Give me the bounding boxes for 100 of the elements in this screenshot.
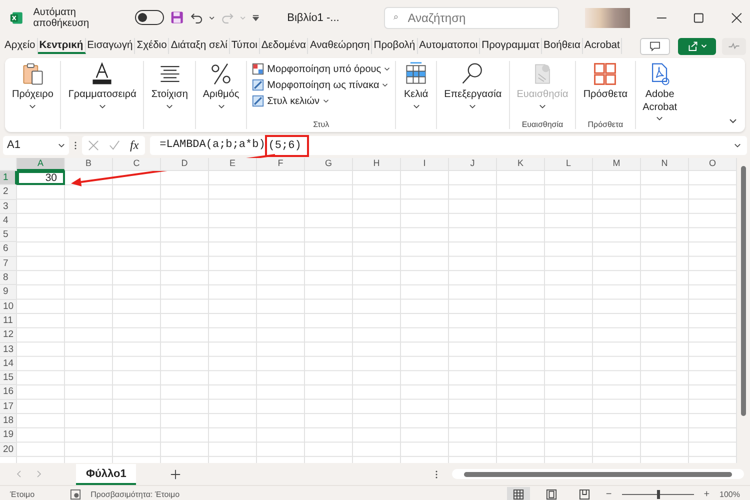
autosave-toggle[interactable] — [134, 10, 164, 25]
row-header[interactable]: 7 — [0, 256, 17, 272]
row-header[interactable]: 14 — [0, 356, 17, 372]
insert-function-button[interactable]: fx — [130, 138, 139, 152]
close-icon[interactable] — [730, 12, 742, 24]
maximize-icon[interactable] — [693, 12, 705, 24]
row-header[interactable]: 9 — [0, 285, 17, 300]
name-box[interactable]: A1 — [3, 136, 69, 154]
ribbon-tab[interactable]: Διάταξη σελί — [169, 38, 230, 54]
ribbon-tab[interactable]: Τύποι — [230, 38, 260, 54]
column-header[interactable]: J — [449, 158, 497, 171]
row-header[interactable]: 17 — [0, 400, 17, 414]
ribbon-tab[interactable]: Κεντρική — [38, 38, 86, 54]
ribbon-button[interactable]: Αριθμός — [200, 61, 242, 129]
zoom-in-button[interactable]: + — [704, 488, 710, 500]
view-button[interactable] — [506, 486, 530, 500]
column-header[interactable]: O — [689, 158, 737, 171]
formula-text: =LAMBDA(a;b;a*b) — [160, 139, 266, 151]
row-header[interactable]: 4 — [0, 214, 17, 228]
caret-icon — [412, 102, 420, 110]
row-header[interactable]: 1 — [0, 171, 17, 186]
caret-icon — [29, 102, 36, 110]
caret-icon[interactable] — [209, 14, 215, 20]
ribbon-tab[interactable]: Προβολή — [372, 38, 418, 54]
highlighted-table-icon — [252, 63, 264, 75]
more-icon[interactable] — [74, 140, 77, 150]
ribbon-button[interactable]: Γραμματοσειρά — [66, 61, 138, 129]
column-header[interactable]: A — [17, 158, 65, 171]
macro-icon[interactable] — [70, 488, 81, 500]
column-header[interactable]: C — [113, 158, 161, 171]
column-header[interactable]: B — [65, 158, 113, 171]
column-header[interactable]: K — [497, 158, 545, 171]
row-header[interactable]: 2 — [0, 185, 17, 200]
ribbon-tab[interactable]: Δεδομένα — [260, 38, 308, 54]
add-sheet-icon[interactable] — [170, 468, 182, 480]
pulse-icon — [728, 40, 740, 52]
collapse-ribbon-icon[interactable] — [729, 117, 737, 125]
column-header[interactable]: E — [209, 158, 257, 171]
sheet-tab[interactable]: Φύλλο1 — [76, 464, 136, 484]
zoom-slider-thumb[interactable] — [656, 490, 660, 498]
column-header[interactable]: L — [545, 158, 593, 171]
customize-toolbar-icon[interactable] — [252, 14, 260, 22]
caret-icon — [539, 102, 546, 110]
zoom-out-button[interactable]: − — [606, 488, 612, 500]
ribbon-tab[interactable]: Βοήθεια — [542, 38, 583, 54]
caret-icon — [98, 102, 106, 110]
search-field[interactable]: Αναζήτηση — [384, 6, 559, 28]
formula-input[interactable]: =LAMBDA(a;b;a*b) (5;6) — [150, 136, 747, 154]
autosave-label: Αυτόματη αποθήκευση — [33, 6, 90, 28]
row-header[interactable]: 19 — [0, 428, 17, 443]
column-header[interactable]: N — [641, 158, 689, 171]
ribbon-tab[interactable]: Αυτοματοποι — [418, 38, 480, 54]
ribbon-button[interactable]: Κελιά — [401, 61, 432, 129]
row-header[interactable]: 16 — [0, 385, 17, 400]
row-header[interactable]: 5 — [0, 228, 17, 242]
ribbon-tab[interactable]: Σχέδιο — [135, 38, 170, 54]
profile-picture[interactable] — [584, 8, 630, 28]
ribbon-tab[interactable]: Εισαγωγή — [86, 38, 136, 54]
row-header[interactable]: 8 — [0, 271, 17, 286]
ribbon-tab[interactable]: Προγραμματ — [480, 38, 542, 54]
zoom-level[interactable]: 100% — [720, 490, 740, 498]
column-header[interactable]: M — [593, 158, 641, 171]
column-header[interactable]: H — [353, 158, 401, 171]
undo-icon[interactable] — [190, 10, 204, 24]
expand-icon[interactable] — [734, 142, 741, 148]
row-header[interactable]: 20 — [0, 442, 17, 457]
save-icon[interactable] — [170, 10, 184, 25]
caret-icon — [656, 115, 664, 122]
column-header[interactable]: I — [401, 158, 449, 171]
row-header[interactable]: 11 — [0, 314, 17, 328]
comments-button[interactable] — [640, 38, 670, 54]
ribbon-button[interactable]: Πρόχειρο — [10, 61, 56, 129]
caret-icon — [469, 102, 476, 110]
ribbon-button[interactable]: Πρόσθετα — [581, 61, 630, 120]
horizontal-scrollbar[interactable] — [452, 469, 744, 479]
column-header[interactable]: D — [161, 158, 209, 171]
column-header[interactable]: F — [257, 158, 305, 171]
ribbon-menu-button[interactable]: Μορφοποίηση ως πίνακα — [252, 79, 390, 91]
more-icon[interactable] — [435, 468, 438, 480]
search-input[interactable]: Αναζήτηση — [406, 10, 550, 26]
ribbon-menu-button[interactable]: Στυλ κελιών — [252, 95, 390, 107]
row-header[interactable]: 15 — [0, 371, 17, 386]
row-header[interactable]: 3 — [0, 200, 17, 214]
row-header[interactable]: 12 — [0, 328, 17, 343]
ribbon-tab[interactable]: Αναθεώρηση — [308, 38, 372, 54]
ribbon-tab[interactable]: Αρχείο — [3, 38, 38, 54]
caret-icon — [240, 14, 246, 20]
row-header[interactable]: 13 — [0, 342, 17, 357]
row-header[interactable]: 10 — [0, 300, 17, 314]
accessibility-status[interactable]: Προσβασιμότητα: Έτοιμο — [90, 490, 180, 498]
ribbon-tab[interactable]: Acrobat — [582, 38, 622, 54]
row-header[interactable]: 6 — [0, 242, 17, 257]
row-header[interactable]: 18 — [0, 414, 17, 428]
ribbon-button[interactable]: Adobe Acrobat — [640, 61, 680, 129]
ribbon-button[interactable]: Στοίχιση — [149, 61, 190, 129]
caret-icon — [58, 142, 65, 148]
ribbon-menu-button[interactable]: Μορφοποίηση υπό όρους — [252, 63, 390, 75]
ribbon-button[interactable]: Επεξεργασία — [442, 61, 504, 129]
share-button[interactable] — [678, 38, 716, 54]
column-header[interactable]: G — [305, 158, 353, 171]
